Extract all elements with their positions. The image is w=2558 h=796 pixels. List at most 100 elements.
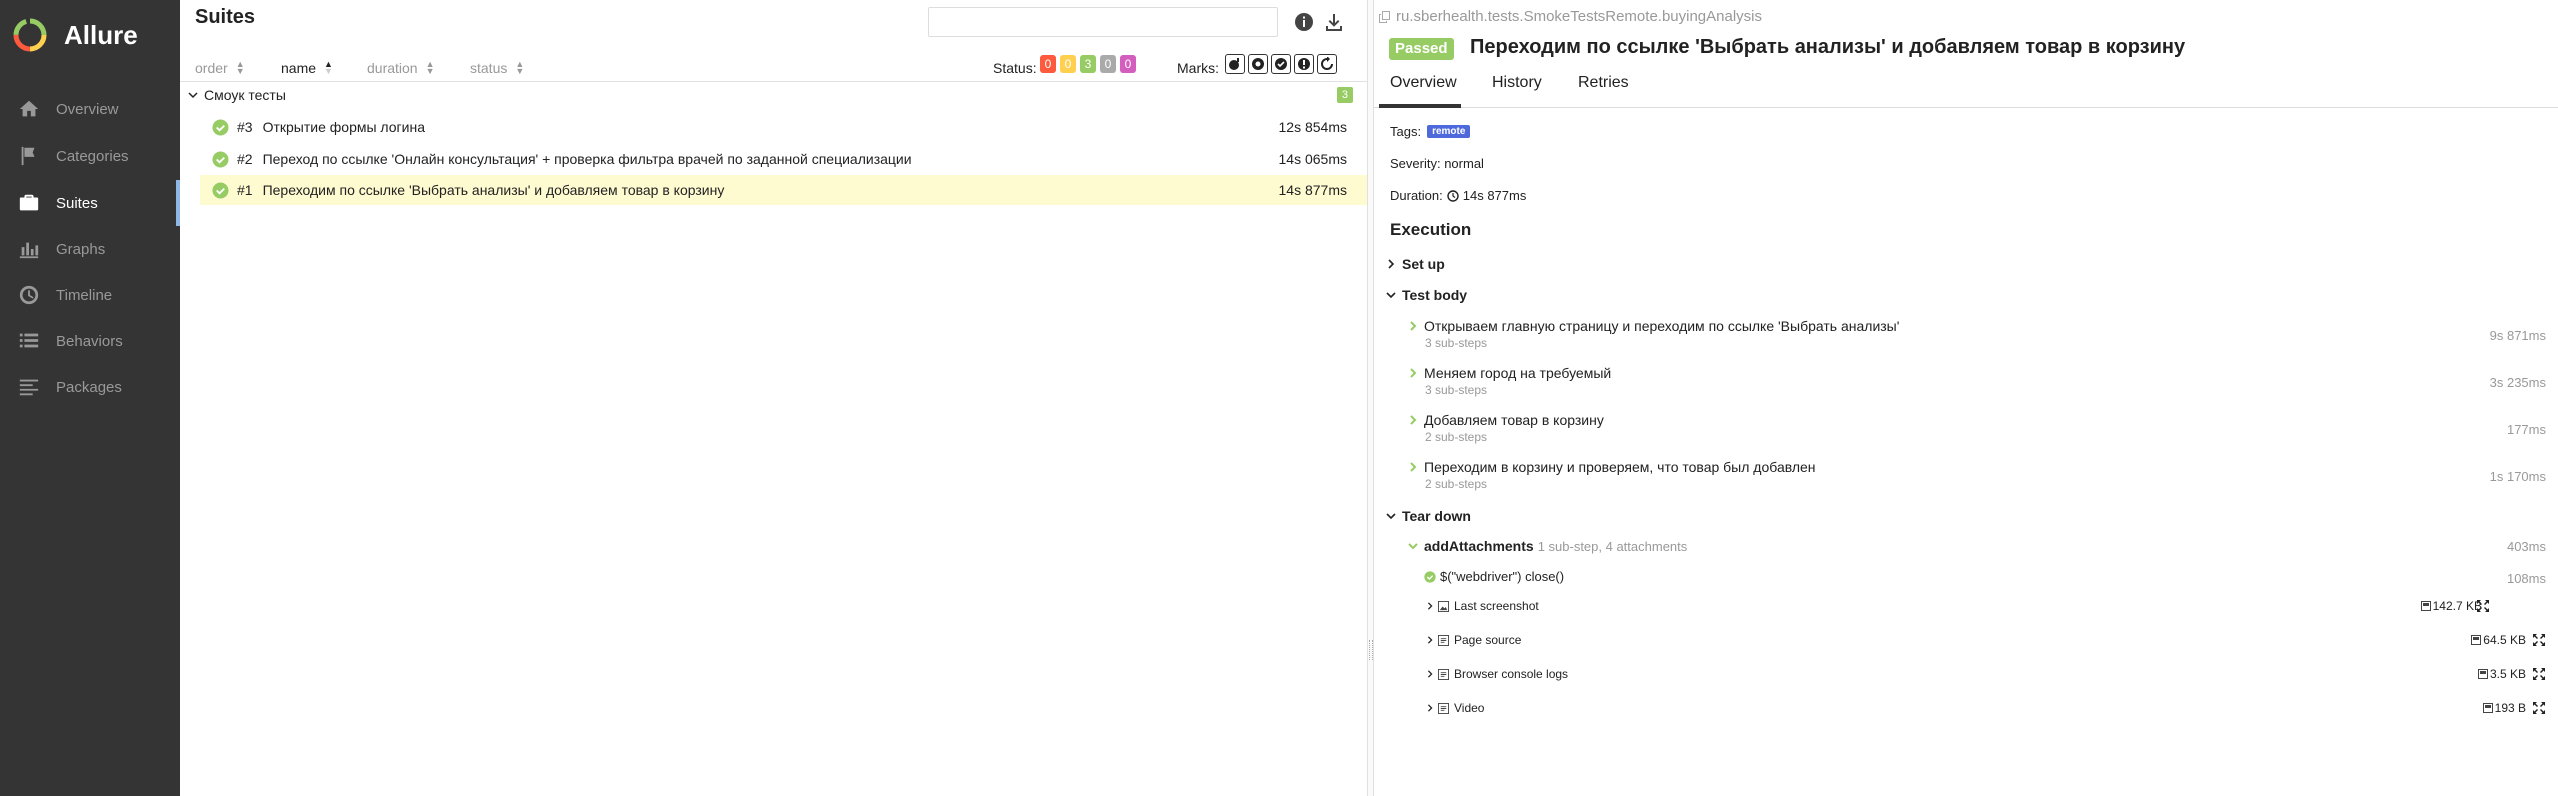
attachment-row[interactable]: Video 193 B: [1426, 697, 2546, 719]
mark-retries-button[interactable]: [1317, 54, 1337, 74]
passed-icon: [212, 181, 229, 199]
duration-value: 14s 877ms: [1462, 188, 1527, 203]
nav-item-suites[interactable]: Suites: [0, 180, 180, 226]
nav-item-categories[interactable]: Categories: [0, 133, 180, 179]
copy-icon: [1379, 10, 1390, 23]
sort-arrows-icon: ▲ ▼: [425, 59, 435, 76]
brand[interactable]: Allure: [12, 16, 138, 54]
file-size-icon: [2471, 635, 2482, 645]
test-name: Переходим по ссылке 'Выбрать анализы' и …: [262, 182, 725, 198]
suites-pane: Suites order ▲ ▼ name ▲ ▼ duration ▲ ▼ stat…: [180, 0, 1367, 796]
step-item[interactable]: Переходим в корзину и проверяем, что тов…: [1408, 459, 2546, 491]
test-duration: 12s 854ms: [1278, 119, 1347, 135]
step-item[interactable]: Меняем город на требуемый 3 sub-steps 3s…: [1408, 365, 2546, 397]
tab-history[interactable]: History: [1492, 74, 1542, 92]
test-row-selected[interactable]: #1 Переходим по ссылке 'Выбрать анализы'…: [200, 175, 1367, 205]
bomb-icon: [1229, 58, 1239, 70]
sort-name[interactable]: name ▲ ▼: [281, 54, 333, 82]
attachment-name: Video: [1454, 701, 1485, 715]
passed-icon: [212, 118, 229, 136]
sort-duration[interactable]: duration ▲ ▼: [367, 54, 435, 82]
test-row[interactable]: #2 Переход по ссылке 'Онлайн консультаци…: [200, 144, 1367, 174]
nav-item-timeline[interactable]: Timeline: [0, 272, 180, 318]
status-broken-count[interactable]: 0: [1060, 55, 1076, 73]
teardown-step-sub: 1 sub-step, 4 attachments: [1537, 538, 1688, 554]
teardown-label: Tear down: [1402, 508, 1471, 524]
mark-new-passed-button[interactable]: [1271, 54, 1291, 74]
mark-new-broken-button[interactable]: [1294, 54, 1314, 74]
text-file-icon: [1438, 634, 1449, 646]
step-substeps: 3 sub-steps: [1425, 383, 1488, 397]
expand-icon[interactable]: [2532, 701, 2546, 715]
attachment-size-text: 142.7 KB: [2432, 599, 2482, 613]
teardown-step[interactable]: addAttachments 1 sub-step, 4 attachments…: [1408, 538, 2546, 554]
test-row[interactable]: #3 Открытие формы логина 12s 854ms: [200, 112, 1367, 142]
expand-icon[interactable]: [2532, 667, 2546, 681]
status-unknown-count[interactable]: 0: [1120, 55, 1136, 73]
chevron-right-icon: [1410, 321, 1417, 331]
status-failed-count[interactable]: 0: [1040, 55, 1056, 73]
mark-flaky-button[interactable]: [1225, 54, 1245, 74]
execution-title: Execution: [1390, 220, 1472, 239]
search-input[interactable]: [928, 7, 1278, 37]
nav-item-graphs[interactable]: Graphs: [0, 226, 180, 272]
exclamation-icon: [1298, 58, 1310, 70]
sort-label: status: [470, 60, 508, 76]
chevron-right-icon: [1388, 259, 1395, 269]
chevron-right-icon: [1427, 704, 1433, 712]
nav-label: Overview: [56, 100, 119, 118]
setup-stage[interactable]: Set up: [1386, 256, 1445, 272]
attachment-size: 64.5 KB: [2471, 633, 2526, 647]
chevron-down-icon: [1386, 513, 1396, 520]
test-number: #2: [237, 151, 253, 167]
suite-group-count: 3: [1336, 87, 1353, 103]
test-number: #3: [237, 119, 253, 135]
teardown-stage[interactable]: Tear down: [1386, 508, 1471, 524]
suite-group[interactable]: Смоук тесты 3: [180, 84, 1367, 106]
chevron-down-icon: [1386, 292, 1396, 299]
severity-value: normal: [1444, 156, 1484, 171]
status-skipped-count[interactable]: 0: [1100, 55, 1116, 73]
allure-logo-icon: [13, 18, 47, 52]
sort-label: name: [281, 60, 317, 76]
chevron-right-icon: [1410, 462, 1417, 472]
tab-retries[interactable]: Retries: [1578, 74, 1629, 92]
nav-label: Suites: [56, 194, 98, 212]
severity-label: Severity:: [1390, 156, 1441, 171]
sort-status[interactable]: status ▲ ▼: [470, 54, 524, 82]
expand-icon[interactable]: [2532, 633, 2546, 647]
info-button[interactable]: [1292, 10, 1316, 34]
splitter-grip-icon: [1369, 640, 1373, 660]
pane-splitter[interactable]: [1367, 0, 1374, 796]
sort-order[interactable]: order ▲ ▼: [195, 54, 245, 82]
nav-item-packages[interactable]: Packages: [0, 364, 180, 410]
test-body-stage[interactable]: Test body: [1386, 287, 1467, 303]
expand-icon[interactable]: [2476, 599, 2490, 613]
step-substeps: 3 sub-steps: [1425, 336, 1488, 350]
nav-item-overview[interactable]: Overview: [0, 86, 180, 132]
status-filter-label: Status:: [993, 60, 1037, 76]
attachment-row[interactable]: Last screenshot 142.7 KB: [1426, 595, 2546, 617]
text-file-icon: [1438, 668, 1449, 680]
test-fullname[interactable]: ru.sberhealth.tests.SmokeTestsRemote.buy…: [1378, 8, 1762, 25]
step-item[interactable]: Открываем главную страницу и переходим п…: [1408, 318, 2546, 350]
nav-label: Categories: [56, 147, 129, 165]
attachment-row[interactable]: Page source 64.5 KB: [1426, 629, 2546, 651]
test-duration: 14s 065ms: [1278, 151, 1347, 167]
step-substeps: 2 sub-steps: [1425, 477, 1488, 491]
download-button[interactable]: [1322, 10, 1346, 34]
gear-icon: [1252, 58, 1264, 70]
status-passed-count[interactable]: 3: [1080, 55, 1096, 73]
mark-new-failed-button[interactable]: [1248, 54, 1268, 74]
download-icon: [1326, 14, 1342, 31]
step-item[interactable]: Добавляем товар в корзину 2 sub-steps 17…: [1408, 412, 2546, 444]
status-badge: Passed: [1389, 38, 1454, 60]
attachment-row[interactable]: Browser console logs 3.5 KB: [1426, 663, 2546, 685]
file-size-icon: [2477, 669, 2488, 679]
refresh-icon: [1321, 57, 1333, 70]
step-name: Открываем главную страницу и переходим п…: [1424, 318, 1900, 334]
tab-overview[interactable]: Overview: [1390, 74, 1457, 92]
passed-icon: [1424, 570, 1436, 583]
nav-item-behaviors[interactable]: Behaviors: [0, 318, 180, 364]
attachment-name: Last screenshot: [1454, 599, 1539, 613]
